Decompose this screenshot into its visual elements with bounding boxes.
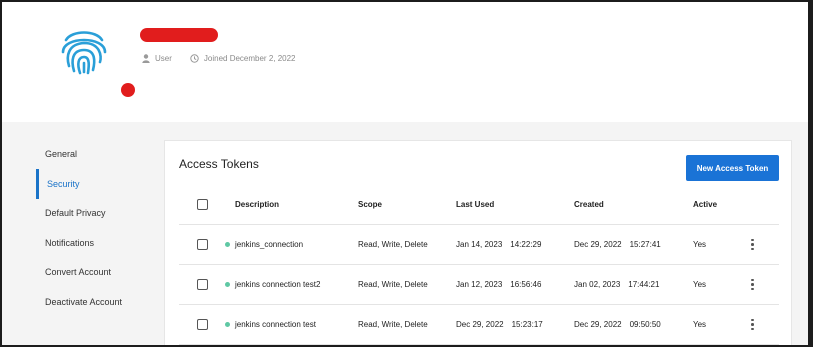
column-last-used: Last Used [456, 200, 495, 209]
profile-header: User Joined December 2, 2022 [2, 2, 808, 122]
fingerprint-icon [61, 31, 107, 75]
token-description: jenkins_connection [235, 240, 304, 249]
sidebar-item-label: Convert Account [45, 267, 112, 277]
created-date: Dec 29, 2022 [574, 320, 622, 329]
row-checkbox[interactable] [197, 239, 208, 250]
sidebar-item-security[interactable]: Security [36, 169, 156, 199]
last-used-time: 15:23:17 [511, 320, 543, 329]
column-active: Active [693, 200, 718, 209]
column-scope: Scope [358, 200, 383, 209]
sidebar-item-convert-account[interactable]: Convert Account [36, 257, 156, 287]
select-all-checkbox[interactable] [197, 199, 208, 210]
last-used-date: Jan 14, 2023 [456, 240, 503, 249]
app-window: User Joined December 2, 2022 General Sec… [2, 2, 808, 345]
more-vertical-icon[interactable] [751, 238, 754, 251]
created-time: 17:44:21 [628, 280, 660, 289]
more-vertical-icon[interactable] [751, 278, 754, 291]
sidebar-item-label: General [45, 149, 78, 159]
token-active: Yes [693, 240, 707, 249]
last-used-date: Dec 29, 2022 [456, 320, 504, 329]
row-checkbox[interactable] [197, 319, 208, 330]
status-dot-icon [225, 322, 230, 327]
table-header: Description Scope Last Used Created Acti… [179, 185, 779, 225]
token-scope: Read, Write, Delete [358, 320, 428, 329]
user-role: User [155, 54, 172, 63]
joined-date: Joined December 2, 2022 [203, 54, 296, 63]
last-used-time: 14:22:29 [510, 240, 542, 249]
token-description: jenkins connection test [235, 320, 316, 329]
redacted-username [140, 28, 218, 42]
created-date: Jan 02, 2023 [574, 280, 621, 289]
redaction-mark [121, 83, 135, 97]
sidebar-item-default-privacy[interactable]: Default Privacy [36, 198, 156, 228]
token-scope: Read, Write, Delete [358, 240, 428, 249]
sidebar-item-general[interactable]: General [36, 139, 156, 169]
token-active: Yes [693, 320, 707, 329]
sidebar-item-notifications[interactable]: Notifications [36, 228, 156, 258]
user-icon [142, 54, 150, 63]
section-title: Access Tokens [179, 157, 259, 171]
new-access-token-button[interactable]: New Access Token [686, 155, 779, 181]
settings-sidebar: General Security Default Privacy Notific… [2, 124, 162, 345]
more-vertical-icon[interactable] [751, 318, 754, 331]
token-active: Yes [693, 280, 707, 289]
last-used-time: 16:56:46 [510, 280, 542, 289]
sidebar-item-label: Notifications [45, 238, 95, 248]
sidebar-item-label: Default Privacy [45, 208, 106, 218]
created-time: 09:50:50 [629, 320, 661, 329]
status-dot-icon [225, 282, 230, 287]
last-used-date: Jan 12, 2023 [456, 280, 503, 289]
column-description: Description [235, 200, 280, 209]
sidebar-item-label: Deactivate Account [45, 297, 123, 307]
created-date: Dec 29, 2022 [574, 240, 622, 249]
column-created: Created [574, 200, 604, 209]
token-description: jenkins connection test2 [235, 280, 321, 289]
token-scope: Read, Write, Delete [358, 280, 428, 289]
access-tokens-card: Access Tokens New Access Token Descripti… [164, 140, 792, 345]
table-row: jenkins connection test Read, Write, Del… [179, 305, 779, 345]
clock-icon [190, 54, 199, 63]
row-checkbox[interactable] [197, 279, 208, 290]
table-row: jenkins connection test2 Read, Write, De… [179, 265, 779, 305]
profile-meta: User Joined December 2, 2022 [142, 54, 296, 63]
created-time: 15:27:41 [629, 240, 661, 249]
status-dot-icon [225, 242, 230, 247]
sidebar-item-deactivate-account[interactable]: Deactivate Account [36, 287, 156, 317]
sidebar-item-label: Security [47, 179, 80, 189]
table-row: jenkins_connection Read, Write, Delete J… [179, 225, 779, 265]
